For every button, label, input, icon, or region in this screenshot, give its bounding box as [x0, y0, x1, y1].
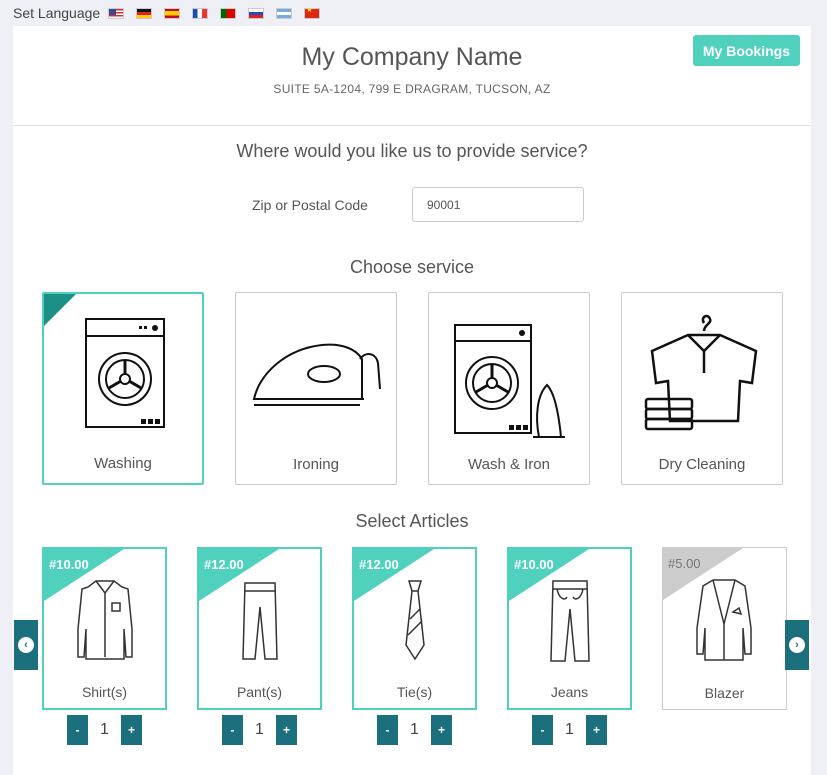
es-flag-icon[interactable]	[164, 7, 181, 19]
article-card[interactable]: #10.00 Jeans	[507, 547, 632, 710]
article-pants: #12.00 Pant(s) - 1 +	[197, 547, 322, 745]
decrease-button[interactable]: -	[532, 715, 553, 745]
article-label: Shirt(s)	[81, 684, 128, 700]
us-flag-icon[interactable]	[108, 7, 125, 19]
language-label: Set Language	[13, 5, 101, 21]
cn-flag-icon[interactable]	[304, 7, 321, 19]
zip-label: Zip or Postal Code	[252, 196, 368, 213]
service-label: Wash & Iron	[468, 456, 550, 473]
company-name: My Company Name	[301, 43, 523, 71]
language-bar: Set Language	[0, 0, 827, 26]
service-washing[interactable]: Washing	[42, 292, 204, 485]
services-title: Choose service	[349, 257, 475, 277]
quantity-value[interactable]: 1	[402, 715, 427, 745]
decrease-button[interactable]: -	[67, 715, 88, 745]
iron-icon	[252, 343, 381, 406]
articles-title: Select Articles	[355, 511, 469, 531]
increase-button[interactable]: +	[121, 715, 142, 745]
article-label: Jeans	[550, 684, 589, 700]
dry-cleaning-icon	[644, 314, 758, 431]
pt-flag-icon[interactable]	[220, 7, 237, 19]
article-tie: #12.00 Tie(s) - 1 +	[352, 547, 477, 745]
company-address: SUITE 5A-1204, 799 E DRAGRAM, TUCSON, AZ	[273, 82, 551, 96]
quantity-value[interactable]: 1	[92, 715, 117, 745]
quantity-stepper: - 1 +	[42, 715, 167, 745]
quantity-stepper: - 1 +	[507, 715, 632, 745]
article-jeans: #10.00 Jeans - 1 +	[507, 547, 632, 745]
blazer-icon	[696, 579, 752, 661]
fr-flag-icon[interactable]	[192, 7, 209, 19]
my-bookings-button[interactable]: My Bookings	[692, 35, 800, 66]
article-card[interactable]: #5.00 Blazer	[662, 547, 787, 710]
wash-and-iron-icon	[454, 324, 565, 438]
article-card[interactable]: #12.00 Tie(s)	[352, 547, 477, 710]
location-title: Where would you like us to provide servi…	[236, 141, 588, 161]
decrease-button[interactable]: -	[222, 715, 243, 745]
article-list: #10.00 Shirt(s) - 1 + #12.00 Pant(s) - 1…	[42, 547, 787, 745]
increase-button[interactable]: +	[586, 715, 607, 745]
page-header: My Company Name SUITE 5A-1204, 799 E DRA…	[13, 26, 811, 126]
chevron-left-icon: ‹	[18, 637, 34, 653]
carousel-next-button[interactable]: ›	[785, 620, 809, 670]
article-blazer: #5.00 Blazer	[662, 547, 787, 745]
de-flag-icon[interactable]	[136, 7, 153, 19]
increase-button[interactable]: +	[276, 715, 297, 745]
quantity-value[interactable]: 1	[247, 715, 272, 745]
washing-machine-icon	[85, 318, 165, 428]
zip-input[interactable]	[412, 187, 584, 222]
service-label: Washing	[94, 455, 152, 472]
booking-card: My Company Name SUITE 5A-1204, 799 E DRA…	[13, 26, 811, 775]
ar-flag-icon[interactable]	[276, 7, 293, 19]
article-card[interactable]: #10.00 Shirt(s)	[42, 547, 167, 710]
service-label: Ironing	[293, 456, 339, 473]
quantity-stepper: - 1 +	[197, 715, 322, 745]
article-shirt: #10.00 Shirt(s) - 1 +	[42, 547, 167, 745]
ru-flag-icon[interactable]	[248, 7, 265, 19]
article-label: Pant(s)	[236, 684, 283, 700]
carousel-prev-button[interactable]: ‹	[14, 620, 38, 670]
article-card[interactable]: #12.00 Pant(s)	[197, 547, 322, 710]
increase-button[interactable]: +	[431, 715, 452, 745]
quantity-stepper: - 1 +	[352, 715, 477, 745]
article-label: Blazer	[704, 685, 745, 701]
service-dry-cleaning[interactable]: Dry Cleaning	[621, 292, 783, 485]
service-label: Dry Cleaning	[658, 456, 746, 473]
chevron-right-icon: ›	[789, 637, 805, 653]
service-list: Washing Ironing Wash & Iron Dry Cleaning	[42, 292, 783, 485]
service-ironing[interactable]: Ironing	[235, 292, 397, 485]
zip-row: Zip or Postal Code	[252, 187, 584, 222]
service-wash-and-iron[interactable]: Wash & Iron	[428, 292, 590, 485]
decrease-button[interactable]: -	[377, 715, 398, 745]
article-label: Tie(s)	[396, 684, 433, 700]
quantity-value[interactable]: 1	[557, 715, 582, 745]
